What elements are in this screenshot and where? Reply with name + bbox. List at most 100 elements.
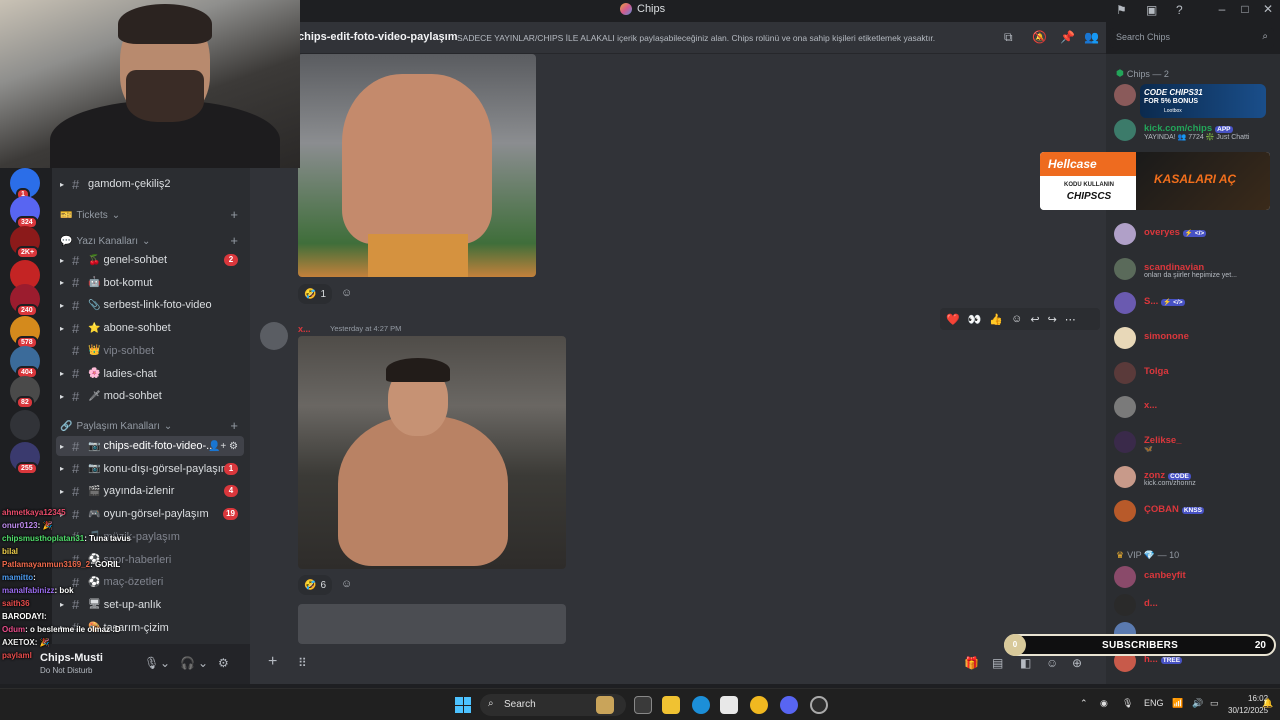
reply-icon[interactable]: ↩	[1030, 313, 1039, 326]
wifi-icon[interactable]: 📶	[1172, 698, 1183, 709]
channel-topic[interactable]: SADECE YAYINLAR/CHIPS İLE ALAKALI içerik…	[457, 33, 935, 43]
battery-icon[interactable]: ▭	[1210, 698, 1219, 709]
message-image[interactable]	[298, 604, 566, 644]
channel-item[interactable]: ▸ # 📷 konu-dışı-görsel-paylaşım 1	[56, 459, 244, 479]
hash-icon: #	[72, 275, 80, 291]
obs-icon[interactable]	[810, 696, 828, 714]
discord-tray-icon[interactable]: ◉	[1100, 698, 1108, 709]
channel-item[interactable]: ▸ # 📎 serbest-link-foto-video	[56, 295, 244, 315]
add-reaction-icon[interactable]: ☺	[341, 578, 352, 590]
hash-icon: #	[72, 320, 80, 336]
member-item[interactable]: zonz CODE kick.com/zhonnz	[1114, 465, 1280, 488]
message-image[interactable]	[298, 54, 536, 277]
inbox-icon[interactable]: ⚑	[1116, 3, 1127, 17]
screen-share-icon[interactable]: ▣	[1146, 3, 1157, 17]
settings-gear-icon[interactable]: ⚙	[218, 656, 229, 670]
channel-item[interactable]: ▸ # 🗡 mod-sohbet	[56, 386, 244, 406]
mute-bell-icon[interactable]: 🔕	[1032, 30, 1047, 44]
apps-icon[interactable]: ⊕	[1072, 656, 1082, 670]
threads-icon[interactable]: ⧉	[1004, 30, 1013, 45]
member-item[interactable]: kick.com/chips APP YAYINDA! 👥 7724 ❇️ Just…	[1114, 118, 1280, 141]
hash-icon: #	[72, 176, 80, 192]
sticker-icon[interactable]: ◧	[1020, 656, 1031, 670]
category-tickets[interactable]: 🎫 Tickets ⌄	[60, 210, 120, 221]
channel-emoji-icon: 📎	[88, 299, 101, 311]
help-icon[interactable]: ?	[1176, 3, 1183, 17]
channel-item[interactable]: ▸ # 🍒 genel-sohbet 2	[56, 250, 244, 270]
add-channel-icon[interactable]: +	[230, 207, 238, 222]
close-button[interactable]: ✕	[1258, 2, 1278, 16]
gif-icon[interactable]: ▤	[992, 656, 1003, 670]
store-icon[interactable]	[720, 696, 738, 714]
add-reaction-icon[interactable]: ☺	[1011, 313, 1022, 325]
maximize-button[interactable]: □	[1235, 2, 1255, 16]
widgets-icon[interactable]	[596, 696, 614, 714]
task-view-icon[interactable]	[634, 696, 652, 714]
message-author[interactable]: x...	[298, 324, 311, 334]
gift-icon[interactable]: 🎁	[964, 656, 979, 670]
member-activity: kick.com/zhonnz	[1144, 479, 1196, 487]
channel-item[interactable]: ▸ # 🤖 bot-komut	[56, 273, 244, 293]
search-input[interactable]: Search Chips ⌕	[1110, 28, 1274, 48]
discord-icon[interactable]	[780, 696, 798, 714]
member-item[interactable]: S... ⚡ </>	[1114, 292, 1280, 315]
eyes-reaction-icon[interactable]: 👀	[968, 313, 982, 326]
members-icon[interactable]: 👥	[1084, 30, 1099, 44]
forward-icon[interactable]: ↪	[1048, 313, 1057, 326]
member-item[interactable]: Tolga	[1114, 361, 1280, 384]
member-item[interactable]: scandinavian onları da şiirler hepimize y…	[1114, 257, 1280, 280]
channel-item[interactable]: # 👑 vip-sohbet	[56, 341, 244, 361]
channel-item[interactable]: ▸ # 🎬 yayında-izlenir 4	[56, 481, 244, 501]
message-image[interactable]	[298, 336, 566, 569]
add-channel-icon[interactable]: +	[230, 233, 238, 248]
mic-tray-icon[interactable]: 🎙	[1122, 698, 1133, 709]
notifications-icon[interactable]: 🔔	[1262, 698, 1273, 709]
minimize-button[interactable]: –	[1212, 2, 1232, 16]
avatar[interactable]	[260, 322, 288, 350]
pin-icon[interactable]: 📌	[1060, 30, 1075, 44]
more-options-icon[interactable]: ⋯	[1065, 313, 1076, 326]
tray-overflow-icon[interactable]: ⌃	[1080, 698, 1088, 709]
member-item[interactable]: x...	[1114, 396, 1280, 419]
channel-settings-icon[interactable]: 👤+ ⚙	[208, 441, 238, 452]
attach-plus-icon[interactable]: +	[268, 653, 277, 671]
add-reaction-icon[interactable]: ☺	[341, 287, 352, 299]
category-text[interactable]: 💬 Yazı Kanalları ⌄	[60, 236, 150, 247]
edge-browser-icon[interactable]	[692, 696, 710, 714]
member-item[interactable]: Zelikse_ 🦋	[1114, 431, 1280, 453]
reaction-pill[interactable]: 🤣 6	[298, 575, 333, 595]
window-title: Chips	[620, 3, 665, 15]
thumbs-up-reaction-icon[interactable]: 👍	[989, 313, 1003, 326]
channel-label: serbest-link-foto-video	[103, 299, 212, 312]
server-icon[interactable]	[10, 410, 40, 440]
text-input[interactable]: ⠿	[298, 656, 307, 670]
member-item[interactable]: overyes ⚡ </>	[1114, 222, 1280, 245]
add-channel-icon[interactable]: +	[230, 418, 238, 433]
chat-line: BARODAYI:	[2, 612, 47, 621]
member-tag: TREE	[1160, 657, 1183, 664]
heart-reaction-icon[interactable]: ❤️	[946, 313, 960, 326]
reaction-pill[interactable]: 🤣 1	[298, 284, 333, 304]
member-item[interactable]: ÇOBAN KNSS	[1114, 500, 1280, 523]
mention-badge: 19	[223, 508, 238, 521]
language-indicator[interactable]: ENG	[1144, 698, 1164, 708]
channel-emoji-icon: 🤖	[88, 277, 101, 289]
channel-item[interactable]: ▸ # 📷 chips-edit-foto-video-... 👤+ ⚙	[56, 436, 244, 456]
member-item[interactable]: canbeyfit	[1114, 566, 1280, 588]
start-button[interactable]	[455, 697, 471, 713]
channel-item[interactable]: ▸ # ⭐ abone-sohbet	[56, 318, 244, 338]
unread-dot: ▸	[60, 323, 65, 333]
channel-item[interactable]: ▸ # 🌸 ladies-chat	[56, 364, 244, 384]
category-share[interactable]: 🔗 Paylaşım Kanalları ⌄	[60, 421, 172, 432]
member-tag: CODE	[1168, 472, 1191, 480]
message-composer: + ⠿ 🎁 ▤ ◧ ☺ ⊕	[250, 644, 1106, 684]
member-item[interactable]: simonone	[1114, 326, 1280, 349]
file-explorer-icon[interactable]	[662, 696, 680, 714]
channel-gamdom[interactable]: ▸ # gamdom-çekiliş2	[56, 174, 244, 194]
chat-line: mamitto:	[2, 573, 36, 582]
volume-icon[interactable]: 🔊	[1192, 698, 1203, 709]
emoji-icon[interactable]: ☺	[1046, 656, 1058, 670]
member-item[interactable]: d...	[1114, 594, 1280, 616]
chevron-down-icon: ⌄	[141, 236, 151, 247]
chrome-icon[interactable]	[750, 696, 768, 714]
